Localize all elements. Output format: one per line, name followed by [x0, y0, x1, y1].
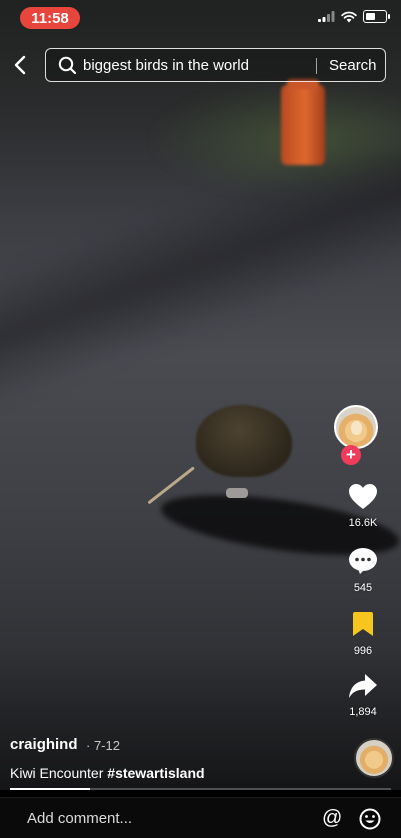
post-caption: Kiwi Encounter #stewartisland	[10, 765, 205, 781]
comment-button[interactable]: 545	[341, 547, 385, 594]
video-progress-bar[interactable]	[10, 788, 391, 790]
bookmark-icon	[353, 612, 373, 636]
creator-avatar[interactable]: +	[334, 405, 378, 465]
search-button[interactable]: Search	[329, 57, 377, 74]
video-orange-bin	[281, 79, 325, 165]
video-progress-fill	[10, 788, 90, 790]
emoji-icon[interactable]	[359, 808, 381, 830]
search-icon	[58, 56, 77, 75]
signal-icon	[318, 11, 335, 22]
search-query[interactable]: biggest birds in the world	[83, 57, 249, 74]
status-time: 11:58	[20, 7, 80, 29]
mention-icon[interactable]: @	[322, 807, 342, 830]
share-arrow-icon	[349, 674, 377, 698]
music-disc[interactable]	[354, 738, 394, 778]
save-button[interactable]: 996	[341, 611, 385, 657]
video-kiwi-bird	[196, 405, 292, 477]
hashtag-link[interactable]: #stewartisland	[107, 765, 204, 781]
wifi-icon	[341, 11, 357, 22]
comment-bubble-icon	[349, 548, 377, 574]
like-button[interactable]: 16.6K	[341, 483, 385, 529]
avatar-face	[351, 421, 362, 435]
comment-count: 545	[353, 582, 373, 594]
chevron-left-icon	[14, 55, 26, 75]
status-bar: 11:58	[0, 0, 401, 38]
heart-icon	[349, 484, 377, 509]
status-icons	[318, 10, 390, 23]
post-date: · 7-12	[86, 738, 120, 753]
creator-username[interactable]: craighind	[10, 736, 78, 753]
battery-icon	[363, 10, 390, 23]
share-count: 1,894	[349, 706, 377, 718]
comment-input[interactable]: Add comment...	[27, 810, 132, 827]
video-kiwi-foot	[226, 488, 248, 498]
caption-text: Kiwi Encounter	[10, 765, 108, 781]
save-count: 996	[353, 645, 373, 657]
comment-bar: Add comment... @	[0, 797, 401, 838]
follow-button[interactable]: +	[341, 445, 361, 465]
video-road-edge	[0, 150, 401, 410]
video-player[interactable]	[0, 0, 401, 790]
search-input[interactable]: biggest birds in the world Search	[45, 48, 386, 82]
search-divider	[316, 58, 317, 74]
back-button[interactable]	[8, 52, 32, 78]
like-count: 16.6K	[348, 517, 378, 529]
share-button[interactable]: 1,894	[341, 673, 385, 718]
